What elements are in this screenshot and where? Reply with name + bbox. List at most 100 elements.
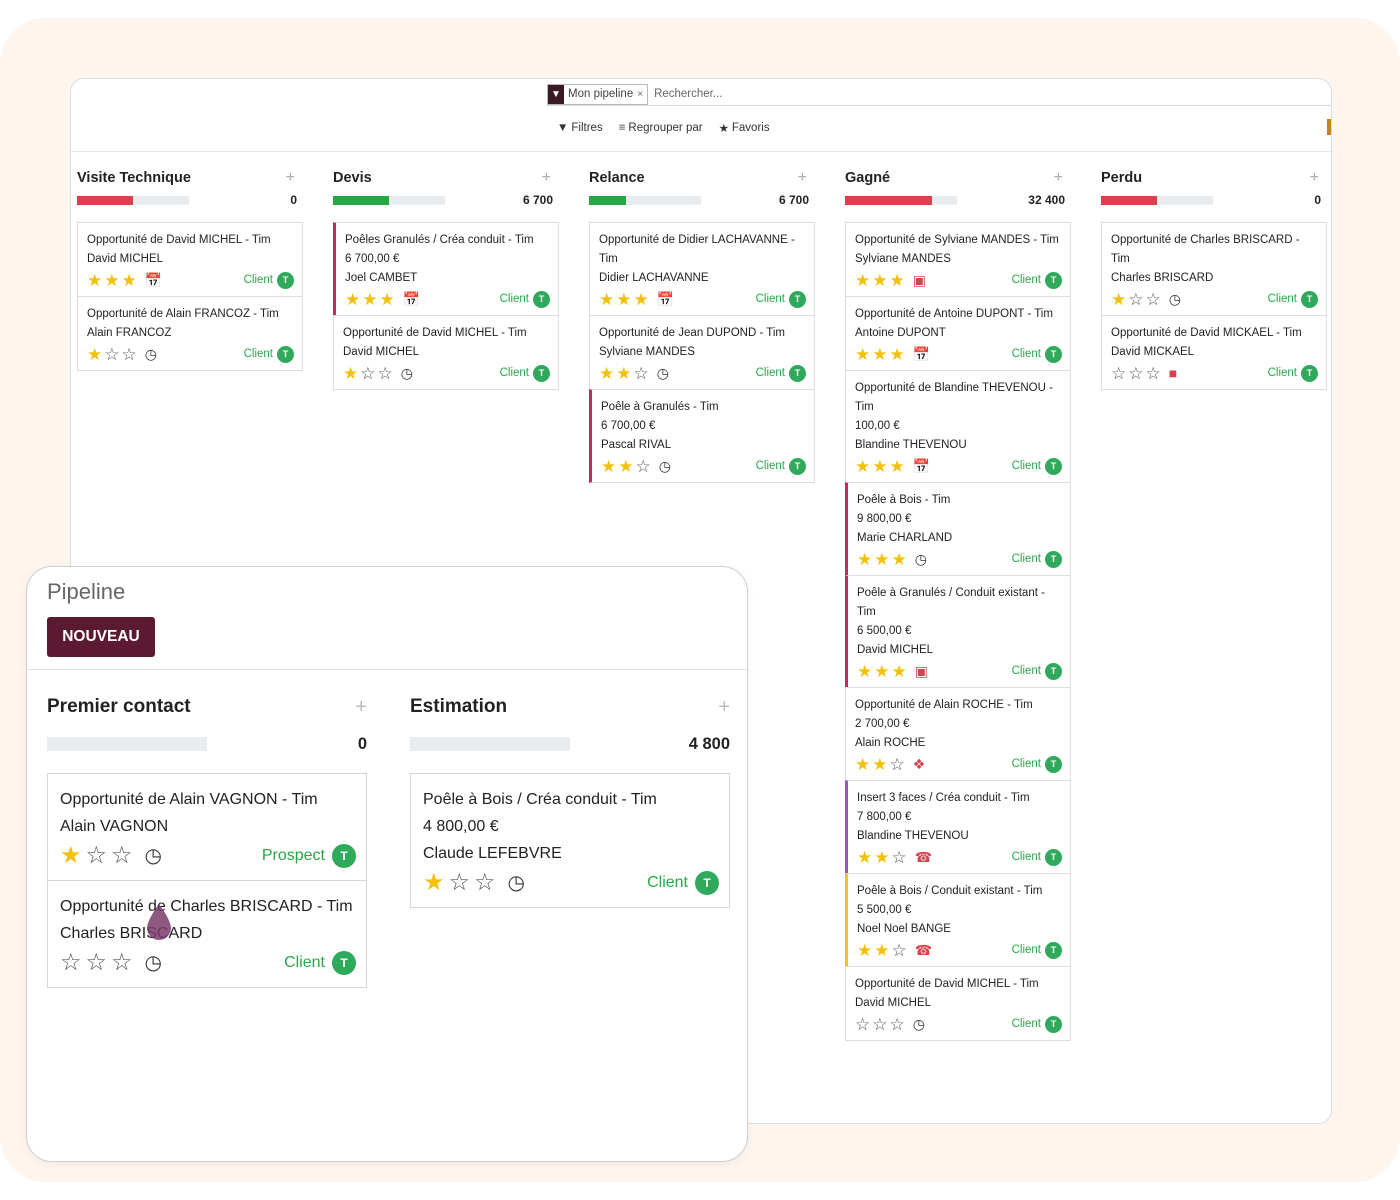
kanban-card[interactable]: Opportunité de David MICHEL - Tim David M…: [845, 966, 1071, 1041]
priority-stars[interactable]: ★ ★ ★ 📅: [87, 272, 162, 289]
star-icon[interactable]: ★: [890, 346, 905, 363]
add-card-icon[interactable]: +: [1310, 169, 1319, 187]
priority-stars[interactable]: ☆ ☆ ☆ ◷: [855, 1016, 925, 1033]
avatar[interactable]: T: [533, 364, 550, 382]
star-icon[interactable]: ★: [343, 365, 358, 382]
star-icon[interactable]: ★: [874, 551, 889, 568]
star-icon[interactable]: ☆: [1146, 365, 1161, 382]
star-icon[interactable]: ★: [892, 663, 907, 680]
star-icon[interactable]: ★: [60, 844, 82, 868]
clock-icon[interactable]: ◷: [915, 551, 927, 568]
kanban-card[interactable]: Opportunité de Antoine DUPONT - Tim Antoi…: [845, 296, 1071, 371]
kanban-card[interactable]: Opportunité de Charles BRISCARD - Tim Cha…: [47, 880, 367, 988]
progress-bar[interactable]: [589, 195, 701, 205]
progress-bar[interactable]: [47, 737, 207, 751]
star-icon[interactable]: ★: [855, 346, 870, 363]
star-icon[interactable]: ★: [618, 458, 633, 475]
priority-stars[interactable]: ★ ☆ ☆ ◷: [1111, 291, 1181, 308]
avatar[interactable]: T: [695, 871, 719, 895]
column-title[interactable]: Visite Technique: [77, 170, 191, 186]
avatar[interactable]: T: [277, 345, 294, 363]
money-icon[interactable]: ▣: [913, 272, 926, 289]
priority-stars[interactable]: ★ ★ ☆ ❖: [855, 756, 925, 773]
calendar-icon[interactable]: 📅: [913, 458, 930, 475]
priority-stars[interactable]: ★ ★ ★ 📅: [855, 346, 930, 363]
avatar[interactable]: T: [789, 290, 806, 308]
priority-stars[interactable]: ★ ☆ ☆ ◷: [423, 871, 525, 895]
kanban-card[interactable]: Poêle à Bois / Conduit existant - Tim 5 5…: [845, 873, 1071, 967]
avatar[interactable]: T: [1045, 941, 1062, 959]
priority-stars[interactable]: ★ ☆ ☆ ◷: [60, 844, 162, 868]
kanban-card[interactable]: Opportunité de Jean DUPOND - Tim Sylviane…: [589, 315, 815, 390]
kanban-card[interactable]: Poêle à Bois / Créa conduit - Tim 4 800,0…: [410, 773, 730, 908]
avatar[interactable]: T: [1045, 1015, 1062, 1033]
star-icon[interactable]: ★: [104, 272, 119, 289]
star-icon[interactable]: ☆: [890, 1016, 905, 1033]
add-card-icon[interactable]: +: [1054, 169, 1063, 187]
star-icon[interactable]: ☆: [378, 365, 393, 382]
kanban-card[interactable]: Opportunité de Alain ROCHE - Tim 2 700,00…: [845, 687, 1071, 781]
kanban-card[interactable]: Opportunité de Alain FRANCOZ - Tim Alain …: [77, 296, 303, 371]
kanban-card[interactable]: Opportunité de Charles BRISCARD - Tim Cha…: [1101, 222, 1327, 316]
clock-icon[interactable]: ◷: [659, 458, 671, 475]
avatar[interactable]: T: [332, 951, 356, 975]
priority-stars[interactable]: ★ ★ ☆ ☎: [857, 942, 932, 959]
avatar[interactable]: T: [1045, 271, 1062, 289]
star-icon[interactable]: ☆: [1128, 365, 1143, 382]
avatar[interactable]: T: [1045, 848, 1062, 866]
add-card-icon[interactable]: +: [355, 696, 367, 719]
calendar-green-icon[interactable]: 📅: [657, 291, 674, 308]
star-icon[interactable]: ☆: [1111, 365, 1126, 382]
star-icon[interactable]: ☆: [892, 942, 907, 959]
column-title[interactable]: Gagné: [845, 170, 890, 186]
star-icon[interactable]: ★: [892, 551, 907, 568]
star-icon[interactable]: ☆: [60, 951, 82, 975]
clock-icon[interactable]: ◷: [145, 346, 157, 363]
progress-bar[interactable]: [410, 737, 570, 751]
priority-stars[interactable]: ★ ★ ★ 📅: [855, 458, 930, 475]
search-facet[interactable]: ▼ Mon pipeline ×: [547, 83, 649, 105]
star-icon[interactable]: ★: [857, 942, 872, 959]
star-icon[interactable]: ★: [855, 756, 870, 773]
money-icon[interactable]: ▣: [915, 663, 928, 680]
star-icon[interactable]: ☆: [636, 458, 651, 475]
clock-icon[interactable]: ◷: [657, 365, 669, 382]
priority-stars[interactable]: ★ ★ ☆ ☎: [857, 849, 932, 866]
clock-icon[interactable]: ◷: [401, 365, 413, 382]
progress-bar[interactable]: [77, 195, 189, 205]
column-title[interactable]: Estimation: [410, 696, 507, 718]
priority-stars[interactable]: ★ ★ ★ 📅: [345, 291, 420, 308]
star-icon[interactable]: ★: [87, 272, 102, 289]
star-icon[interactable]: ★: [1111, 291, 1126, 308]
kanban-card[interactable]: Insert 3 faces / Créa conduit - Tim 7 800…: [845, 780, 1071, 874]
star-icon[interactable]: ★: [857, 551, 872, 568]
star-icon[interactable]: ★: [890, 272, 905, 289]
kanban-card[interactable]: Opportunité de Alain VAGNON - Tim Alain V…: [47, 773, 367, 881]
star-icon[interactable]: ★: [345, 291, 360, 308]
star-icon[interactable]: ★: [362, 291, 377, 308]
avatar[interactable]: T: [789, 364, 806, 382]
phone-icon[interactable]: ☎: [915, 849, 932, 866]
avatar[interactable]: T: [1045, 662, 1062, 680]
star-icon[interactable]: ☆: [855, 1016, 870, 1033]
priority-stars[interactable]: ☆ ☆ ☆ ◷: [60, 951, 162, 975]
priority-stars[interactable]: ★ ★ ☆ ◷: [601, 458, 671, 475]
star-icon[interactable]: ☆: [1128, 291, 1143, 308]
kanban-card[interactable]: Poêle à Bois - Tim 9 800,00 € Marie CHARLA…: [845, 482, 1071, 576]
progress-bar[interactable]: [333, 195, 445, 205]
add-card-icon[interactable]: +: [542, 169, 551, 187]
clock-icon[interactable]: ◷: [145, 951, 162, 975]
priority-stars[interactable]: ★ ☆ ☆ ◷: [343, 365, 413, 382]
avatar[interactable]: T: [277, 271, 294, 289]
column-title[interactable]: Relance: [589, 170, 645, 186]
star-icon[interactable]: ★: [634, 291, 649, 308]
star-icon[interactable]: ★: [855, 272, 870, 289]
priority-stars[interactable]: ☆ ☆ ☆ ■: [1111, 365, 1177, 382]
clock-icon[interactable]: ◷: [913, 1016, 925, 1033]
star-icon[interactable]: ★: [857, 849, 872, 866]
priority-stars[interactable]: ★ ★ ☆ ◷: [599, 365, 669, 382]
star-icon[interactable]: ☆: [111, 951, 133, 975]
star-icon[interactable]: ★: [601, 458, 616, 475]
column-title[interactable]: Perdu: [1101, 170, 1142, 186]
star-icon[interactable]: ☆: [122, 346, 137, 363]
